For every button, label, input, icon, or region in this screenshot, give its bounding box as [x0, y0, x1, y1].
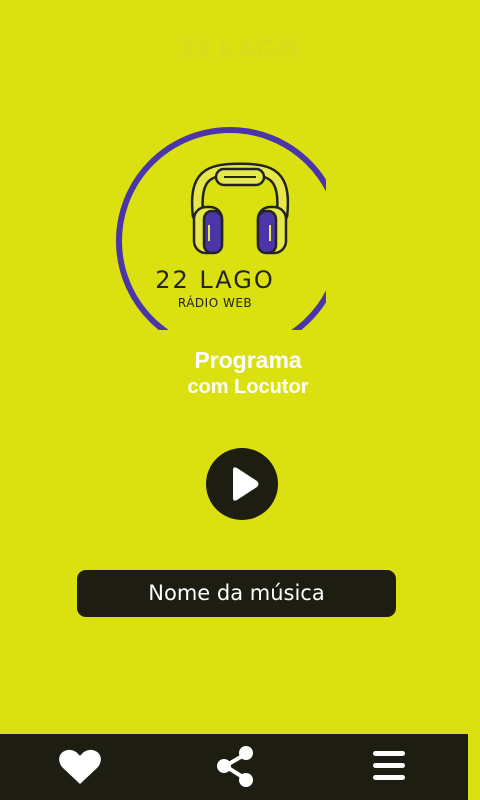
play-button[interactable] — [206, 448, 278, 520]
bottom-edge-strip — [468, 734, 480, 800]
share-icon — [217, 746, 253, 787]
headphones-icon — [190, 162, 290, 255]
bottom-nav-bar — [0, 734, 468, 800]
program-subtitle: com Locutor — [187, 376, 309, 398]
logo-tagline: RÁDIO WEB — [177, 296, 253, 310]
share-button[interactable] — [195, 734, 275, 800]
play-icon — [233, 467, 259, 501]
station-logo: 22 LAGO RÁDIO WEB — [104, 105, 326, 330]
app-title: 22 LAGO — [180, 34, 300, 64]
menu-icon — [373, 751, 405, 780]
app-screen: 22 LAGO 22 LAGO RÁDIO WEB Programa com L… — [0, 0, 480, 800]
heart-icon — [59, 749, 101, 784]
menu-button[interactable] — [349, 734, 429, 800]
program-title: Programa — [194, 347, 302, 373]
favorite-button[interactable] — [40, 734, 120, 800]
logo-station-name: 22 LAGO — [155, 266, 275, 294]
song-name-display: Nome da música — [77, 570, 396, 617]
